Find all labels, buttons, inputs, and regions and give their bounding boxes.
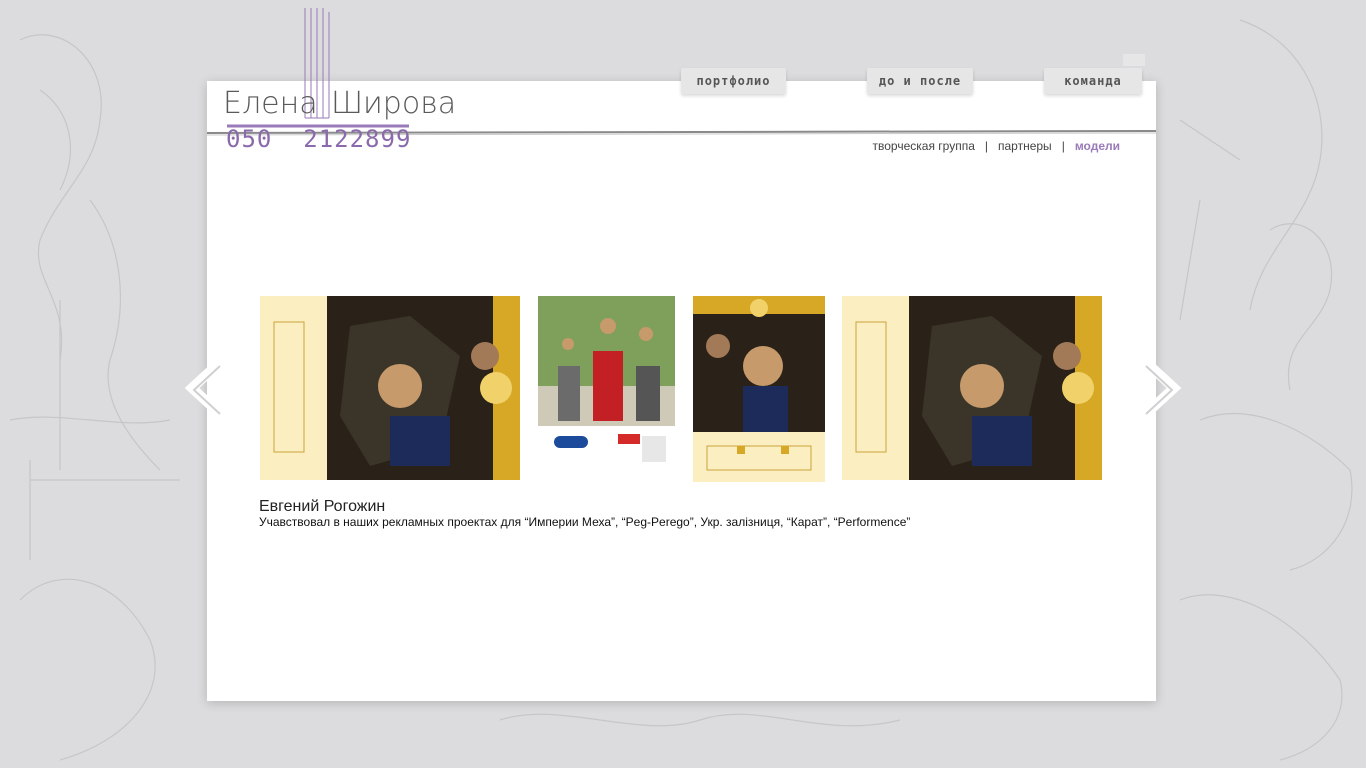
nav-tab-before-after[interactable]: до и после [867, 68, 973, 94]
subnav-separator: | [1061, 139, 1065, 153]
nav-tab-portfolio[interactable]: портфолио [681, 68, 786, 94]
subnav-link-partners[interactable]: партнеры [998, 139, 1052, 153]
sub-navigation: творческая группа | партнеры | модели [873, 139, 1120, 153]
logo-phone: 050 2122899 [226, 125, 412, 153]
subnav-link-models[interactable]: модели [1075, 139, 1120, 153]
site-logo[interactable]: Елена Широва 050 2122899 [223, 8, 456, 158]
gallery-thumbnail[interactable] [842, 296, 1102, 480]
model-name: Евгений Рогожин [259, 498, 386, 515]
subnav-separator: | [984, 139, 988, 153]
nav-tab-team[interactable]: команда [1044, 68, 1142, 94]
subnav-link-creative-group[interactable]: творческая группа [873, 139, 975, 153]
prev-arrow-icon[interactable] [184, 360, 224, 421]
gallery-thumbnail[interactable] [693, 296, 825, 482]
decorative-dots [1123, 54, 1145, 66]
gallery-thumbnail[interactable] [538, 296, 675, 480]
gallery-thumbnail[interactable] [260, 296, 520, 480]
logo-last-name: Широва [331, 86, 457, 121]
next-arrow-icon[interactable] [1142, 360, 1182, 421]
logo-first-name: Елена [223, 86, 318, 121]
model-description: Учавствовал в наших рекламных проектах д… [259, 515, 911, 529]
